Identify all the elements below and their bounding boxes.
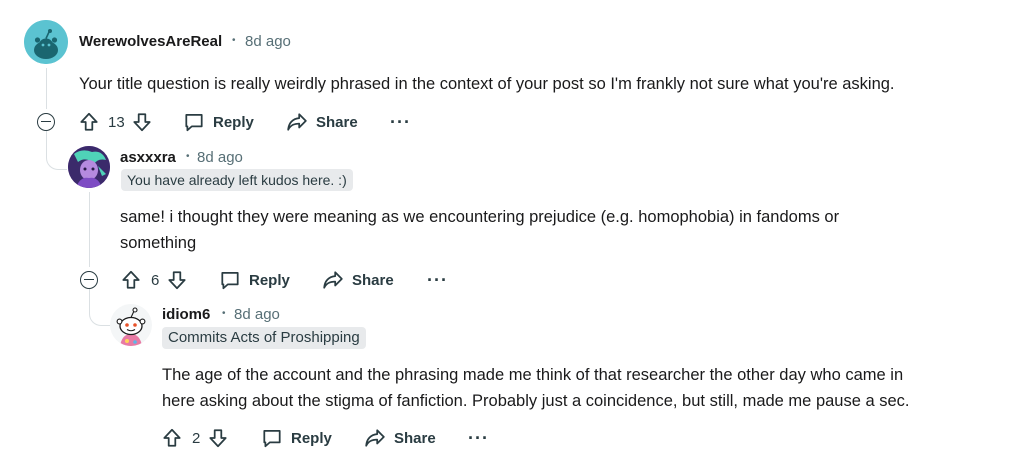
comment-timestamp[interactable]: 8d ago (197, 149, 243, 166)
comment-body-line: here asking about the stigma of fanficti… (162, 392, 910, 410)
thread-line[interactable] (46, 68, 47, 109)
share-icon (364, 427, 386, 449)
comment-timestamp[interactable]: 8d ago (234, 306, 280, 323)
vote-count: 13 (108, 113, 125, 131)
comment-author[interactable]: asxxxra (120, 149, 176, 166)
reply-label: Reply (249, 271, 290, 289)
comment-icon (261, 427, 283, 449)
comment-body-line: something (120, 234, 197, 252)
reply-button[interactable]: Reply (219, 268, 290, 292)
meta-separator: • (232, 35, 236, 46)
vote-group: 6 (120, 268, 188, 292)
downvote-icon[interactable] (131, 111, 153, 133)
upvote-icon[interactable] (120, 269, 142, 291)
meta-separator: • (222, 308, 226, 319)
comment-body-line: same! i thought they were meaning as we … (120, 208, 840, 226)
avatar[interactable] (110, 304, 152, 346)
vote-count: 2 (192, 429, 201, 447)
thread-line[interactable] (89, 192, 90, 267)
more-options-button[interactable]: ··· (427, 271, 448, 289)
thread-connector (46, 131, 67, 170)
meta-separator: • (186, 151, 190, 162)
vote-group: 2 (161, 426, 229, 450)
comment-icon (183, 111, 205, 133)
reply-button[interactable]: Reply (183, 110, 254, 134)
collapse-thread-button[interactable] (37, 113, 55, 131)
reply-label: Reply (291, 429, 332, 447)
thread-connector (89, 289, 112, 326)
share-button[interactable]: Share (286, 110, 358, 134)
share-icon (286, 111, 308, 133)
upvote-icon[interactable] (78, 111, 100, 133)
share-label: Share (352, 271, 394, 289)
user-flair: Commits Acts of Proshipping (162, 327, 366, 349)
comment-timestamp[interactable]: 8d ago (245, 33, 291, 50)
upvote-icon[interactable] (161, 427, 183, 449)
share-button[interactable]: Share (322, 268, 394, 292)
reply-label: Reply (213, 113, 254, 131)
snoo-avatar-icon (24, 20, 68, 64)
comment-icon (219, 269, 241, 291)
more-options-button[interactable]: ··· (468, 429, 489, 447)
share-label: Share (394, 429, 436, 447)
comment-author[interactable]: idiom6 (162, 306, 210, 323)
share-label: Share (316, 113, 358, 131)
comment-body: The age of the account and the phrasing … (162, 362, 1007, 414)
share-button[interactable]: Share (364, 426, 436, 450)
comment-body: same! i thought they were meaning as we … (120, 204, 1000, 256)
share-icon (322, 269, 344, 291)
comment-body: Your title question is really weirdly ph… (79, 75, 895, 93)
user-avatar-icon (68, 146, 110, 188)
user-flair: You have already left kudos here. :) (121, 169, 353, 191)
more-options-button[interactable]: ··· (390, 113, 411, 131)
snoo-avatar-icon (110, 304, 152, 346)
reply-button[interactable]: Reply (261, 426, 332, 450)
vote-group: 13 (78, 110, 153, 134)
downvote-icon[interactable] (166, 269, 188, 291)
avatar[interactable] (68, 146, 110, 188)
downvote-icon[interactable] (207, 427, 229, 449)
comment-body-line: The age of the account and the phrasing … (162, 366, 904, 384)
comment-author[interactable]: WerewolvesAreReal (79, 33, 222, 50)
vote-count: 6 (151, 271, 160, 289)
collapse-thread-button[interactable] (80, 271, 98, 289)
avatar[interactable] (24, 20, 68, 64)
